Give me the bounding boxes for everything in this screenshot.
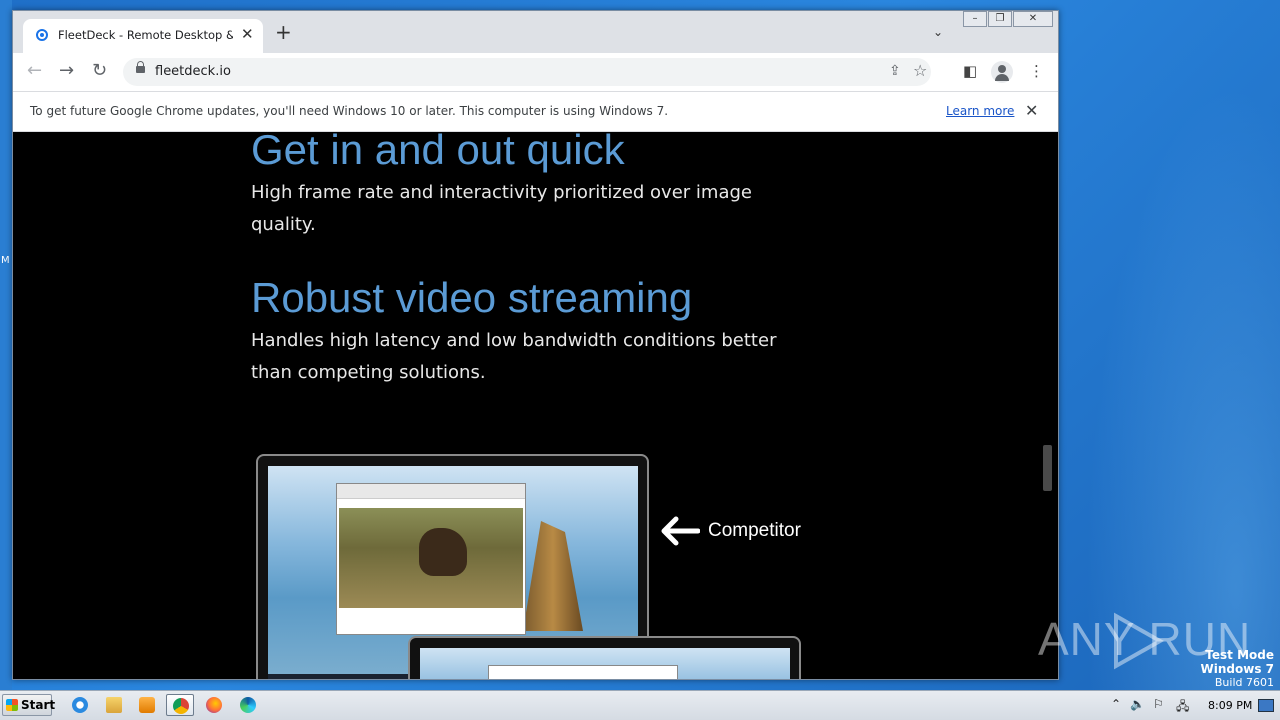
address-bar[interactable]: fleetdeck.io ⇪ ☆: [123, 58, 931, 86]
restore-button[interactable]: ❐: [988, 11, 1012, 27]
test-mode-label: Test Mode Windows 7 Build 7601: [1201, 648, 1274, 690]
paragraph-frame-rate: High frame rate and interactivity priori…: [251, 182, 752, 235]
clock[interactable]: 8:09 PM: [1208, 699, 1252, 712]
browser-window: FleetDeck - Remote Desktop & Virtual Ter…: [12, 10, 1059, 680]
rock-image: [523, 521, 583, 631]
explorer-icon[interactable]: [100, 694, 128, 716]
test-mode-text: Test Mode: [1205, 648, 1274, 662]
desktop-left-edge: M: [0, 0, 12, 690]
desktop-wallpaper: [1060, 0, 1280, 690]
new-tab-button[interactable]: +: [275, 22, 292, 42]
infobar-close-icon[interactable]: ✕: [1025, 101, 1038, 120]
windows-taskbar: Start ⌃ 🔈 ⚐ 🖧 8:09 PM: [0, 690, 1280, 720]
firefox-icon[interactable]: [200, 694, 228, 716]
side-panel-icon[interactable]: ◧: [963, 62, 977, 80]
tab-title: FleetDeck - Remote Desktop & Virtual Ter…: [58, 28, 233, 42]
video-thumbnail: [339, 508, 523, 608]
page-content: Get in and out quick High frame rate and…: [13, 132, 1058, 679]
url-text[interactable]: fleetdeck.io: [155, 64, 231, 79]
browser-toolbar: ← → ↻ fleetdeck.io ⇪ ☆ ◧ ⋮: [13, 53, 1058, 91]
share-icon[interactable]: ⇪: [889, 63, 901, 79]
tab-fleetdeck[interactable]: FleetDeck - Remote Desktop & Virtual Ter…: [23, 19, 263, 53]
back-button[interactable]: ←: [27, 61, 42, 81]
heading-video-streaming: Robust video streaming: [251, 274, 693, 321]
heading-get-in-out: Get in and out quick: [251, 132, 625, 173]
profile-avatar-icon[interactable]: [991, 61, 1013, 83]
internet-explorer-icon[interactable]: [66, 694, 94, 716]
bookmark-star-icon[interactable]: ☆: [913, 61, 927, 80]
left-arrow-icon: [661, 516, 700, 546]
favicon-icon: [36, 29, 48, 41]
tray-expand-icon[interactable]: ⌃: [1111, 697, 1121, 711]
fleetdeck-laptop-image: [408, 636, 801, 679]
mini-browser-window-2: [488, 665, 678, 679]
network-icon[interactable]: 🖧: [1176, 697, 1189, 718]
volume-icon[interactable]: 🔈: [1130, 697, 1145, 711]
os-name-text: Windows 7: [1200, 662, 1274, 676]
build-text: Build 7601: [1214, 676, 1274, 689]
show-desktop-button[interactable]: [1258, 699, 1274, 712]
windows-logo-icon: [6, 699, 18, 711]
reload-button[interactable]: ↻: [92, 61, 107, 81]
forward-button[interactable]: →: [59, 61, 74, 81]
mini-browser-window: [336, 483, 526, 635]
tab-search-chevron-icon[interactable]: ⌄: [933, 25, 943, 39]
competitor-label: Competitor: [708, 520, 801, 541]
desktop-edge-letter: M: [1, 255, 10, 266]
chrome-icon[interactable]: [166, 694, 194, 716]
learn-more-link[interactable]: Learn more: [946, 104, 1014, 118]
tab-close-icon[interactable]: ✕: [241, 25, 254, 43]
infobar-message: To get future Google Chrome updates, you…: [30, 104, 669, 118]
menu-icon[interactable]: ⋮: [1029, 62, 1044, 80]
bison-image: [419, 528, 467, 576]
paragraph-latency: Handles high latency and low bandwidth c…: [251, 330, 777, 383]
media-player-icon[interactable]: [133, 694, 161, 716]
start-button[interactable]: Start: [2, 694, 56, 716]
window-close-button[interactable]: ✕: [1013, 11, 1053, 27]
edge-icon[interactable]: [234, 694, 262, 716]
lock-icon[interactable]: [136, 61, 145, 73]
action-center-flag-icon[interactable]: ⚐: [1153, 697, 1164, 711]
scrollbar-thumb[interactable]: [1043, 445, 1052, 491]
anyrun-play-icon: [1114, 612, 1165, 670]
tab-strip: FleetDeck - Remote Desktop & Virtual Ter…: [13, 11, 1058, 53]
update-infobar: To get future Google Chrome updates, you…: [13, 91, 1058, 132]
minimize-button[interactable]: –: [963, 11, 987, 27]
start-label: Start: [21, 698, 56, 712]
laptop-screen-2: [420, 648, 790, 679]
